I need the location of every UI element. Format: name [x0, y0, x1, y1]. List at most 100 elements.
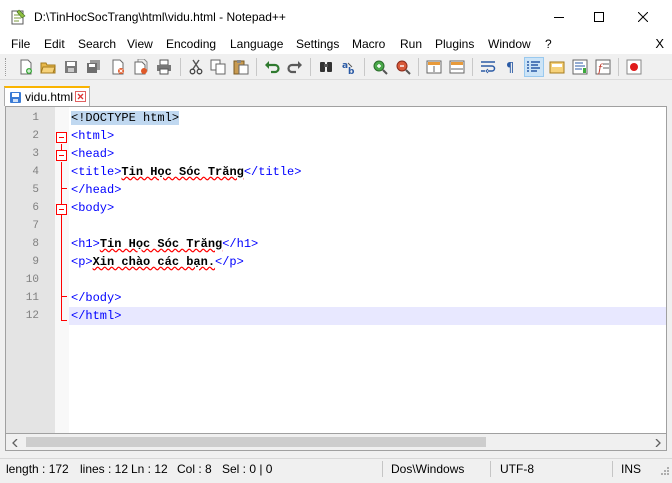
zoom-in-icon	[373, 60, 388, 75]
line-number: 10	[25, 274, 39, 286]
record-macro-button[interactable]	[624, 57, 644, 77]
zoom-out-button[interactable]	[393, 57, 413, 77]
code-line-9[interactable]: <p>Xin chào các bạn.</p>	[69, 253, 666, 271]
menu-plugins[interactable]: Plugins	[435, 37, 474, 51]
show-all-characters-button[interactable]: ¶	[501, 57, 521, 77]
scroll-left-arrow[interactable]	[6, 434, 23, 451]
menu-window[interactable]: Window	[488, 37, 531, 51]
code-line-10[interactable]	[69, 271, 666, 289]
status-insert-mode[interactable]: INS	[621, 462, 641, 476]
replace-button[interactable]: ab	[339, 57, 359, 77]
resize-grip-icon[interactable]	[660, 466, 670, 476]
code-line-5[interactable]: </head>	[69, 181, 666, 199]
record-icon	[626, 59, 642, 75]
undo-button[interactable]	[262, 57, 282, 77]
save-all-icon	[87, 60, 100, 73]
redo-icon	[287, 61, 302, 74]
cut-button[interactable]	[186, 57, 206, 77]
fold-toggle-body[interactable]	[56, 204, 67, 215]
menu-language[interactable]: Language	[230, 37, 283, 51]
new-file-button[interactable]	[16, 57, 36, 77]
code-text: </html>	[71, 309, 122, 323]
code-line-1[interactable]: <!DOCTYPE html>	[69, 109, 666, 127]
function-list-button[interactable]: f	[593, 57, 613, 77]
line-number: 5	[32, 184, 39, 196]
tab-bar: vidu.html	[0, 84, 672, 106]
menu-search[interactable]: Search	[78, 37, 116, 51]
replace-icon: ab	[342, 61, 355, 75]
maximize-button[interactable]	[576, 0, 622, 34]
title-bar[interactable]: D:\TinHocSocTrang\html\vidu.html - Notep…	[0, 0, 672, 34]
fold-toggle-html[interactable]	[56, 132, 67, 143]
menu-file[interactable]: File	[11, 37, 30, 51]
code-text: <body>	[71, 201, 115, 215]
toolbar-grip[interactable]	[5, 58, 8, 76]
tab-vidu-html[interactable]: vidu.html	[4, 86, 90, 106]
find-button[interactable]	[316, 57, 336, 77]
print-button[interactable]	[154, 57, 174, 77]
code-line-7[interactable]	[69, 217, 666, 235]
save-icon	[65, 61, 77, 73]
code-text: <!DOCTYPE html>	[71, 111, 180, 125]
svg-text:¶: ¶	[506, 61, 514, 75]
code-line-4[interactable]: <title>Tin Học Sóc Trăng</title>	[69, 163, 666, 181]
menu-edit[interactable]: Edit	[44, 37, 65, 51]
paste-button[interactable]	[231, 57, 251, 77]
fold-toggle-head[interactable]	[56, 150, 67, 161]
code-line-3[interactable]: <head>	[69, 145, 666, 163]
code-line-8[interactable]: <h1>Tin Học Sóc Trăng</h1>	[69, 235, 666, 253]
horizontal-scrollbar[interactable]	[5, 434, 667, 451]
user-defined-language-button[interactable]	[547, 57, 567, 77]
line-number: 3	[32, 148, 39, 160]
maximize-icon	[594, 12, 604, 22]
menu-view[interactable]: View	[127, 37, 153, 51]
code-text: </head>	[71, 183, 122, 197]
line-number: 2	[32, 130, 39, 142]
document-map-button[interactable]	[570, 57, 590, 77]
code-area[interactable]: <!DOCTYPE html> <html> <head> <title>Tin…	[69, 107, 666, 433]
zoom-in-button[interactable]	[370, 57, 390, 77]
line-number: 4	[32, 166, 39, 178]
menu-encoding[interactable]: Encoding	[166, 37, 216, 51]
redo-button[interactable]	[285, 57, 305, 77]
toolbar-separator	[472, 58, 473, 76]
scroll-thumb[interactable]	[26, 437, 486, 447]
close-all-button[interactable]	[131, 57, 151, 77]
sync-vertical-button[interactable]	[424, 57, 444, 77]
menu-help[interactable]: ?	[545, 37, 552, 51]
code-editor[interactable]: 1 2 3 4 5 6 7 8 9 10 11 12 <!DOCTYPE htm…	[5, 106, 667, 434]
menu-macro[interactable]: Macro	[352, 37, 385, 51]
save-all-button[interactable]	[84, 57, 104, 77]
text-content: Tin Học Sóc Trăng	[121, 165, 244, 179]
close-window-button[interactable]	[620, 0, 666, 34]
close-document-button[interactable]: X	[655, 36, 664, 51]
fold-margin[interactable]	[55, 107, 69, 433]
paste-icon	[233, 60, 249, 75]
scroll-right-arrow[interactable]	[649, 434, 666, 451]
code-line-6[interactable]: <body>	[69, 199, 666, 217]
save-button[interactable]	[61, 57, 81, 77]
window-title: D:\TinHocSocTrang\html\vidu.html - Notep…	[34, 10, 286, 24]
status-eol-format[interactable]: Dos\Windows	[391, 462, 464, 476]
copy-icon	[210, 59, 226, 75]
close-button[interactable]	[108, 57, 128, 77]
code-line-12-current[interactable]: </html>	[69, 307, 666, 325]
sync-horizontal-button[interactable]	[447, 57, 467, 77]
code-text: <title>Tin Học Sóc Trăng</title>	[71, 163, 301, 181]
code-line-11[interactable]: </body>	[69, 289, 666, 307]
copy-button[interactable]	[208, 57, 228, 77]
status-separator	[612, 461, 613, 477]
cut-icon	[189, 59, 203, 75]
code-text: <p>Xin chào các bạn.</p>	[71, 253, 244, 271]
status-encoding[interactable]: UTF-8	[500, 462, 534, 476]
open-file-button[interactable]	[38, 57, 58, 77]
menu-run[interactable]: Run	[400, 37, 422, 51]
code-line-2[interactable]: <html>	[69, 127, 666, 145]
toolbar-separator	[618, 58, 619, 76]
menu-settings[interactable]: Settings	[296, 37, 339, 51]
tab-close-icon[interactable]	[75, 91, 86, 102]
status-separator	[490, 461, 491, 477]
word-wrap-button[interactable]	[478, 57, 498, 77]
indent-guide-button[interactable]	[524, 57, 544, 77]
status-line-number: Ln : 12	[131, 462, 168, 476]
